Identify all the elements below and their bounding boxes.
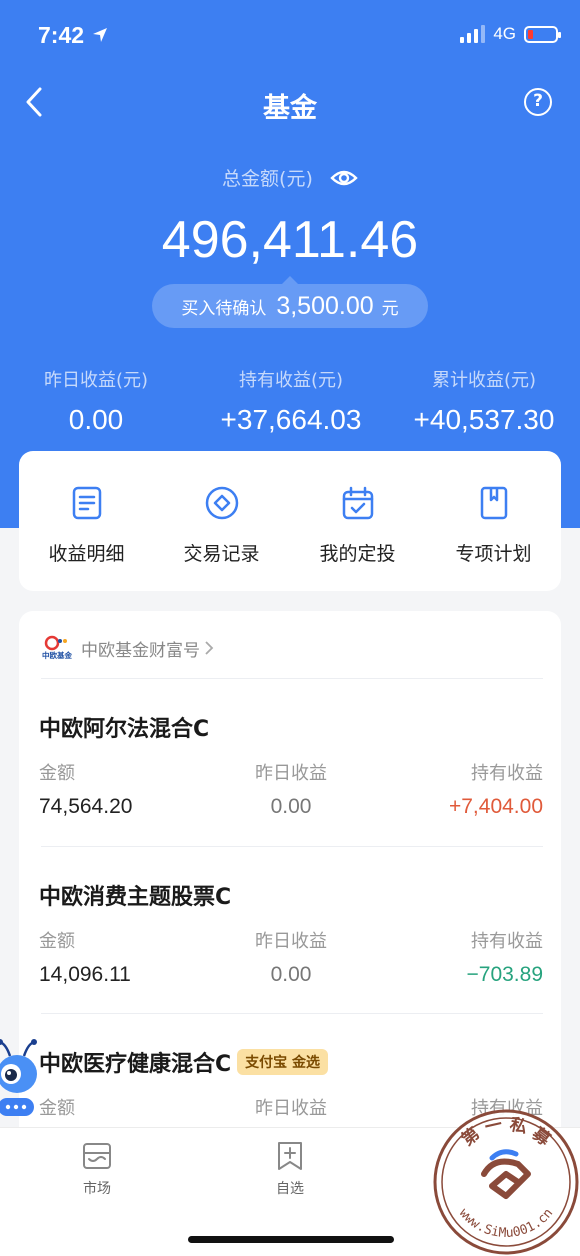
tab-label: 市场 [83, 1181, 111, 1197]
fund-name: 中欧医疗健康混合C 支付宝 金选 [39, 1046, 329, 1078]
pending-label: 买入待确认 [181, 298, 267, 319]
total-amount-header: 总金额(元) [0, 164, 580, 191]
divider [41, 678, 543, 679]
divider [41, 1013, 543, 1014]
stat-label: 持有收益(元) [238, 370, 344, 391]
divider [41, 846, 543, 847]
diamond-circle-icon [205, 486, 238, 520]
fund-list-card: 中欧基金 中欧基金财富号 中欧阿尔法混合C 金额 74,564.20 昨日收益 … [19, 611, 561, 1171]
action-label: 交易记录 [183, 543, 260, 565]
chevron-right-icon [205, 641, 214, 655]
eye-icon[interactable] [330, 168, 358, 188]
fund-name: 中欧消费主题股票C [39, 885, 232, 910]
fund-yesterday-earnings: 昨日收益 0.00 [255, 931, 327, 986]
page-title: 基金 [263, 93, 317, 124]
pending-amount: 3,500.00 [276, 291, 374, 320]
calendar-check-icon [342, 486, 373, 520]
total-amount-label: 总金额(元) [222, 168, 313, 190]
watermark-seal: 第 一 私 募 www.SiMu001.cn [433, 1109, 579, 1255]
action-transactions[interactable]: 交易记录 [154, 485, 289, 566]
network-type: 4G [493, 24, 516, 43]
tab-market[interactable]: 市场 [47, 1140, 147, 1198]
stat-value: +37,664.03 [220, 404, 362, 435]
fund-yesterday-earnings: 昨日收益 0.00 [255, 763, 327, 818]
home-indicator [188, 1236, 394, 1243]
market-icon [83, 1143, 111, 1169]
stat-cumulative-earnings: 累计收益(元) +40,537.30 [402, 366, 566, 436]
stat-value: 0.00 [68, 404, 124, 435]
brand-link[interactable]: 中欧基金 中欧基金财富号 [41, 633, 214, 663]
fund-item[interactable]: 中欧阿尔法混合C 金额 74,564.20 昨日收益 0.00 持有收益 +7,… [39, 711, 543, 878]
location-arrow-icon [93, 28, 107, 42]
watchlist-add-icon [278, 1142, 302, 1170]
alipay-select-badge: 支付宝 金选 [237, 1049, 329, 1075]
action-special-plan[interactable]: 专项计划 [426, 485, 561, 566]
stat-yesterday-earnings: 昨日收益(元) 0.00 [20, 366, 172, 436]
total-amount-value: 496,411.46 [161, 211, 419, 269]
status-time: 7:42 [38, 22, 85, 48]
assistant-mascot-icon[interactable] [0, 1038, 42, 1118]
help-icon[interactable]: ? [524, 88, 552, 116]
action-label: 专项计划 [455, 543, 532, 565]
stat-label: 累计收益(元) [431, 370, 537, 391]
brand-name: 中欧基金财富号 [81, 640, 200, 661]
tab-label: 自选 [276, 1181, 304, 1197]
document-icon [72, 486, 101, 520]
stat-label: 昨日收益(元) [43, 370, 149, 391]
fund-item[interactable]: 中欧消费主题股票C 金额 14,096.11 昨日收益 0.00 持有收益 −7… [39, 879, 543, 1046]
fund-amount: 金额 74,564.20 [39, 763, 133, 818]
fund-yesterday-earnings: 昨日收益 [255, 1098, 327, 1119]
fund-name: 中欧阿尔法混合C [39, 717, 210, 742]
quick-actions-card: 收益明细 交易记录 我的定投 专项计划 [19, 451, 561, 591]
action-label: 收益明细 [48, 543, 125, 565]
stat-value: +40,537.30 [413, 404, 555, 435]
brand-logo-icon: 中欧基金 [42, 635, 72, 660]
signal-icon [460, 25, 486, 43]
pending-unit: 元 [381, 298, 399, 319]
stat-holding-earnings: 持有收益(元) +37,664.03 [204, 366, 378, 436]
svg-text:中欧基金: 中欧基金 [42, 650, 72, 660]
bookmark-book-icon [480, 486, 507, 520]
action-auto-invest[interactable]: 我的定投 [290, 485, 425, 566]
status-indicators: 4G [460, 24, 561, 44]
pending-confirmation-pill[interactable]: 买入待确认 3,500.00 元 [152, 276, 428, 328]
action-label: 我的定投 [319, 543, 396, 565]
tab-watchlist[interactable]: 自选 [240, 1140, 340, 1198]
fund-holding-earnings: 持有收益 +7,404.00 [448, 763, 543, 818]
battery-icon [524, 25, 561, 43]
fund-amount: 金额 [39, 1098, 75, 1119]
action-earnings-detail[interactable]: 收益明细 [19, 485, 154, 566]
status-bar: 7:42 4G [0, 0, 580, 70]
fund-amount: 金额 14,096.11 [39, 931, 131, 986]
fund-holding-earnings: 持有收益 −703.89 [466, 931, 544, 986]
